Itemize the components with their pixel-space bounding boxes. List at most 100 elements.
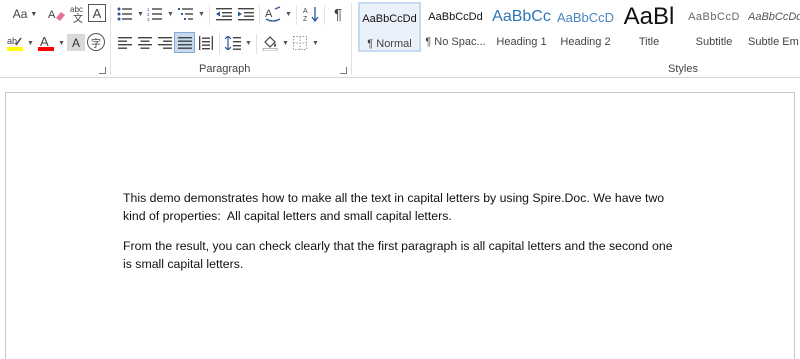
svg-text:A: A	[40, 34, 49, 49]
svg-text:Z: Z	[303, 16, 308, 22]
character-border-button[interactable]: A	[88, 4, 106, 22]
style-heading-2[interactable]: AaBbCcD Heading 2	[554, 2, 617, 52]
svg-text:文: 文	[73, 12, 83, 24]
style-name: ¶ No Spac...	[425, 36, 486, 48]
shading-button[interactable]	[260, 33, 280, 53]
style-subtitle[interactable]: AaBbCcD Subtitle	[683, 2, 745, 52]
ribbon: Aa ▼ A abc 文 A ab ▼ A ▼ A 字 ▼ 1 2 3 ▼ ▼ …	[0, 0, 800, 78]
borders-button[interactable]	[290, 33, 310, 53]
paragraph-2[interactable]: From the result, you can check clearly t…	[123, 237, 703, 273]
decrease-indent-button[interactable]	[214, 4, 234, 24]
svg-text:abc: abc	[70, 5, 83, 14]
paragraph-dialog-launcher-icon[interactable]	[340, 67, 347, 74]
asian-layout-dropdown-icon[interactable]: ▼	[285, 11, 292, 18]
separator	[219, 34, 220, 54]
align-right-button[interactable]	[155, 33, 175, 53]
highlight-dropdown-icon[interactable]: ▼	[27, 40, 34, 47]
numbering-dropdown-icon[interactable]: ▼	[167, 11, 174, 18]
style-preview: AaBbCcDd	[428, 11, 483, 23]
numbering-button[interactable]: 1 2 3	[145, 4, 165, 24]
font-color-button[interactable]: A	[36, 33, 56, 53]
align-right-icon	[158, 37, 172, 49]
separator	[296, 5, 297, 25]
show-hide-marks-button[interactable]: ¶	[328, 4, 348, 24]
font-dialog-launcher-icon[interactable]	[99, 67, 106, 74]
style-name: ¶ Normal	[367, 38, 412, 50]
paragraph-1-line-1: This demo demonstrates how to make all t…	[123, 191, 665, 205]
chevron-down-icon: ▼	[30, 10, 38, 18]
change-case-button[interactable]: Aa ▼	[8, 5, 42, 23]
asian-layout-icon: A	[265, 6, 281, 22]
character-shading-button[interactable]: A	[67, 34, 85, 51]
style-name: Heading 1	[496, 36, 547, 48]
borders-icon	[293, 36, 307, 50]
paragraph-2-line-2: is small capital letters.	[123, 257, 244, 271]
style-heading-1[interactable]: AaBbCc Heading 1	[490, 2, 553, 52]
separator	[256, 34, 257, 54]
numbering-icon: 1 2 3	[147, 7, 162, 21]
phonetic-guide-button[interactable]: abc 文	[68, 3, 88, 25]
separator	[351, 3, 352, 75]
character-border-label: A	[92, 5, 102, 21]
line-spacing-button[interactable]	[223, 33, 243, 53]
phonetic-guide-icon: abc 文	[70, 5, 83, 24]
multilevel-dropdown-icon[interactable]: ▼	[198, 11, 205, 18]
document-canvas: This demo demonstrates how to make all t…	[0, 78, 800, 359]
enclose-characters-button[interactable]: 字	[87, 33, 105, 51]
clear-formatting-button[interactable]: A	[47, 4, 67, 24]
style-preview: AaBl	[623, 3, 675, 30]
bullets-button[interactable]	[115, 4, 135, 24]
separator	[110, 3, 111, 75]
svg-text:A: A	[303, 8, 308, 15]
style-preview: AaBbCcDd	[748, 11, 800, 23]
shading-dropdown-icon[interactable]: ▼	[282, 40, 289, 47]
style-no-spacing[interactable]: AaBbCcDd ¶ No Spac...	[423, 2, 488, 52]
style-title[interactable]: AaBl Title	[619, 2, 679, 52]
style-name: Subtitle	[695, 36, 733, 48]
style-normal[interactable]: AaBbCcDd ¶ Normal	[358, 2, 421, 52]
justify-button[interactable]	[174, 32, 195, 53]
styles-group-label: Styles	[668, 63, 698, 75]
svg-text:A: A	[48, 9, 56, 21]
styles-gallery: AaBbCcDd ¶ Normal AaBbCcDd ¶ No Spac... …	[357, 0, 800, 62]
enclose-characters-label: 字	[91, 38, 101, 50]
line-spacing-dropdown-icon[interactable]: ▼	[245, 40, 252, 47]
eraser-icon: A	[48, 9, 65, 21]
asian-layout-button[interactable]: A	[263, 4, 283, 24]
font-color-icon: A	[38, 34, 54, 51]
distributed-button[interactable]	[196, 33, 216, 53]
style-name: Subtle Em	[748, 36, 799, 48]
multilevel-list-icon	[178, 8, 193, 20]
change-case-label: Aa	[12, 7, 28, 21]
paint-bucket-icon	[262, 36, 278, 51]
style-name: Title	[638, 36, 660, 48]
decrease-indent-icon	[216, 8, 232, 21]
align-left-icon	[118, 37, 132, 49]
separator	[324, 5, 325, 25]
document-page[interactable]: This demo demonstrates how to make all t…	[5, 92, 795, 359]
align-center-icon	[138, 37, 152, 49]
separator	[209, 5, 210, 25]
increase-indent-icon	[238, 8, 254, 21]
character-shading-label: A	[71, 35, 80, 50]
align-center-button[interactable]	[135, 33, 155, 53]
multilevel-list-button[interactable]	[176, 4, 196, 24]
text-highlight-button[interactable]: ab	[5, 33, 25, 53]
sort-button[interactable]: A Z	[301, 4, 321, 24]
sort-icon: A Z	[303, 7, 319, 22]
borders-dropdown-icon[interactable]: ▼	[312, 40, 319, 47]
bullets-icon	[117, 7, 132, 21]
paragraph-1[interactable]: This demo demonstrates how to make all t…	[123, 189, 703, 225]
style-preview: AaBbCcDd	[362, 13, 417, 25]
highlighter-icon: ab	[7, 36, 23, 51]
font-color-dropdown-icon[interactable]: ▼	[58, 40, 65, 47]
style-preview: AaBbCcD	[556, 9, 615, 25]
paragraph-group-label: Paragraph	[199, 63, 251, 75]
increase-indent-button[interactable]	[236, 4, 256, 24]
distributed-icon	[199, 36, 213, 50]
justify-icon	[177, 36, 192, 49]
bullets-dropdown-icon[interactable]: ▼	[137, 11, 144, 18]
style-subtle-emphasis[interactable]: AaBbCcDd Subtle Em	[748, 2, 800, 52]
separator	[259, 5, 260, 25]
align-left-button[interactable]	[115, 33, 135, 53]
